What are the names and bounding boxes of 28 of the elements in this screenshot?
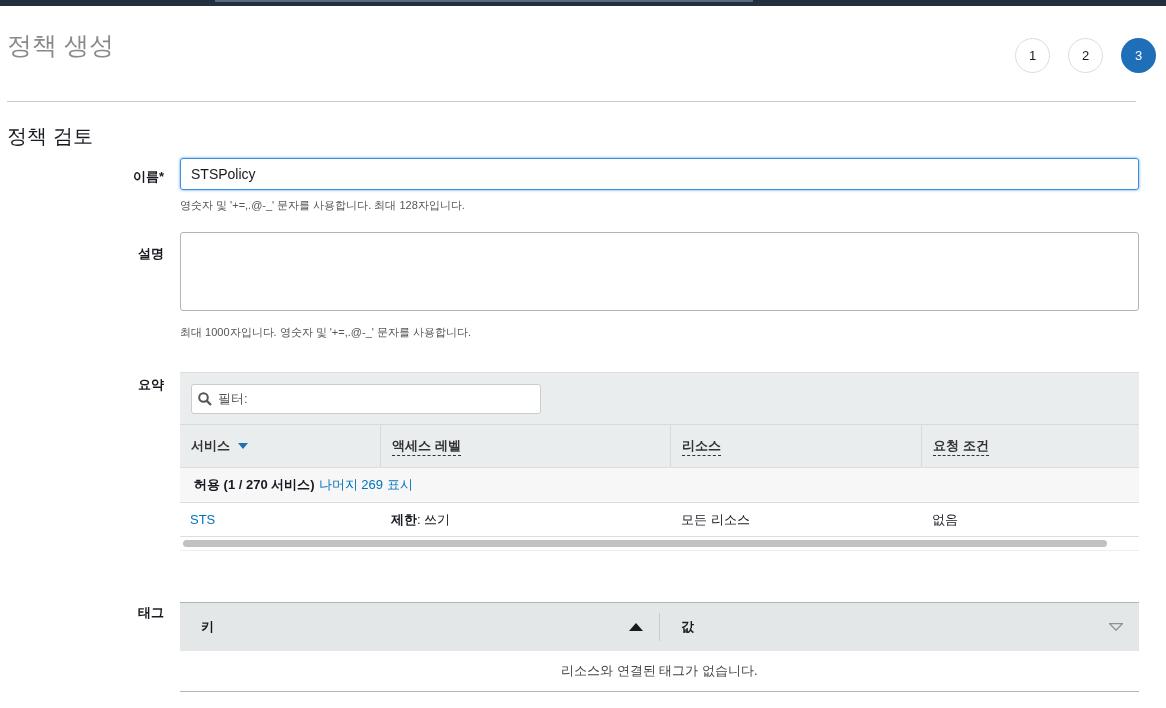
table-cell-text: 모든 리소스 — [681, 510, 750, 529]
table-cell-text: 제한: 쓰기 — [391, 510, 451, 529]
show-remaining-link[interactable]: 나머지 269 표시 — [318, 475, 413, 495]
step-indicator: 1 — [1015, 38, 1050, 73]
section-title: 정책 검토 — [7, 124, 94, 148]
filter-search-field[interactable]: 필터: — [191, 383, 541, 414]
name-input-field[interactable]: STSPolicy — [180, 158, 1139, 190]
page-title: 정책 생성 — [7, 30, 114, 60]
field-hint: 영숫자 및 '+=,.@-_' 문자를 사용합니다. 최대 128자입니다. — [180, 198, 466, 213]
field-label: 설명 — [138, 244, 164, 263]
step-indicator: 2 — [1068, 38, 1103, 73]
service-link[interactable]: STS — [190, 509, 216, 530]
sort-ascending-icon[interactable] — [629, 623, 643, 631]
table-cell-text: 없음 — [932, 510, 958, 529]
step-indicator: 3 — [1121, 38, 1156, 73]
column-header[interactable]: 리소스 — [682, 435, 721, 457]
column-header[interactable]: 서비스 — [191, 436, 230, 456]
empty-message: 리소스와 연결된 태그가 없습니다. — [180, 651, 1139, 692]
column-header[interactable]: 키 — [201, 617, 214, 637]
column-header[interactable]: 요청 조건 — [933, 435, 989, 457]
group-label: 허용 (1 / 270 서비스) — [194, 476, 315, 495]
search-icon — [198, 391, 212, 406]
field-label: 요약 — [138, 376, 164, 394]
field-label: 태그 — [138, 604, 164, 622]
field-hint: 최대 1000자입니다. 영숫자 및 '+=,.@-_' 문자를 사용합니다. — [180, 324, 473, 340]
column-header[interactable]: 값 — [681, 617, 694, 637]
column-header[interactable]: 액세스 레벨 — [392, 435, 461, 457]
field-label: 이름* — [132, 168, 164, 186]
